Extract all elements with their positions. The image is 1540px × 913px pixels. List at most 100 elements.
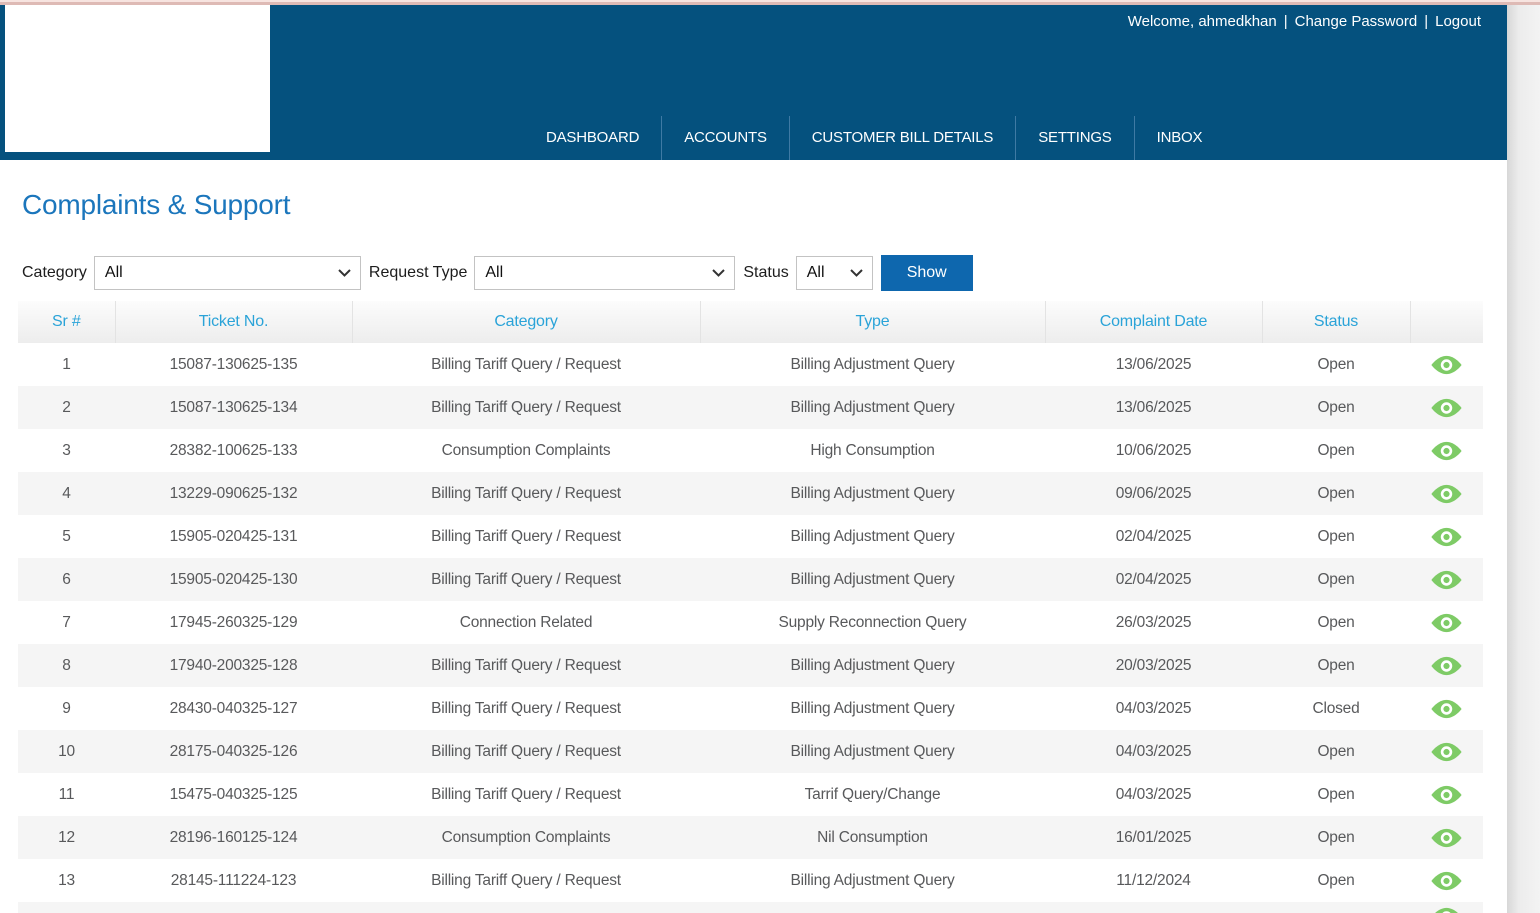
view-icon[interactable] [1430, 527, 1463, 547]
view-cell [1410, 687, 1483, 730]
change-password-link[interactable]: Change Password [1295, 13, 1418, 30]
separator: | [1424, 13, 1428, 30]
view-icon[interactable] [1430, 355, 1463, 375]
status-select-value: All [807, 264, 825, 282]
table-row: 1115475-040325-125Billing Tariff Query /… [18, 773, 1483, 816]
view-icon[interactable] [1430, 441, 1463, 461]
view-icon[interactable] [1430, 828, 1463, 848]
sr-cell: 1 [18, 343, 115, 386]
partial-next-row [18, 902, 1483, 913]
date-cell: 11/12/2024 [1045, 859, 1262, 902]
ticket-cell: 13229-090625-132 [115, 472, 352, 515]
nav-item-customer-bill-details[interactable]: CUSTOMER BILL DETAILS [789, 116, 1015, 160]
type-cell: Nil Consumption [700, 816, 1045, 859]
category-cell: Billing Tariff Query / Request [352, 472, 700, 515]
complaints-table: Sr #Ticket No.CategoryTypeComplaint Date… [18, 301, 1483, 902]
view-cell [1410, 386, 1483, 429]
date-cell: 26/03/2025 [1045, 601, 1262, 644]
status-select[interactable]: All [796, 256, 873, 290]
show-button[interactable]: Show [881, 255, 973, 291]
ticket-cell: 28430-040325-127 [115, 687, 352, 730]
view-icon[interactable] [1430, 570, 1463, 590]
logo [5, 5, 270, 152]
table-row: 1328145-111224-123Billing Tariff Query /… [18, 859, 1483, 902]
request-type-label: Request Type [369, 264, 467, 282]
nav-item-settings[interactable]: SETTINGS [1015, 116, 1133, 160]
category-cell: Billing Tariff Query / Request [352, 644, 700, 687]
header: Welcome, ahmedkhan|Change Password|Logou… [0, 5, 1507, 160]
status-cell: Open [1262, 386, 1410, 429]
status-cell: Open [1262, 644, 1410, 687]
category-cell: Billing Tariff Query / Request [352, 730, 700, 773]
date-cell: 02/04/2025 [1045, 558, 1262, 601]
status-cell: Open [1262, 429, 1410, 472]
date-cell: 16/01/2025 [1045, 816, 1262, 859]
nav-item-accounts[interactable]: ACCOUNTS [661, 116, 789, 160]
type-cell: Billing Adjustment Query [700, 644, 1045, 687]
category-select[interactable]: All [94, 256, 361, 290]
view-cell [1410, 472, 1483, 515]
table-row: 115087-130625-135Billing Tariff Query / … [18, 343, 1483, 386]
date-cell: 02/04/2025 [1045, 515, 1262, 558]
view-cell [1410, 601, 1483, 644]
type-cell: Billing Adjustment Query [700, 859, 1045, 902]
status-cell: Open [1262, 859, 1410, 902]
table-row: 215087-130625-134Billing Tariff Query / … [18, 386, 1483, 429]
status-cell: Open [1262, 472, 1410, 515]
date-cell: 04/03/2025 [1045, 773, 1262, 816]
sr-cell: 10 [18, 730, 115, 773]
request-type-select[interactable]: All [474, 256, 735, 290]
view-icon[interactable] [1430, 785, 1463, 805]
view-icon[interactable] [1430, 398, 1463, 418]
sr-cell: 11 [18, 773, 115, 816]
category-cell: Billing Tariff Query / Request [352, 386, 700, 429]
ticket-cell: 15905-020425-130 [115, 558, 352, 601]
view-icon[interactable] [1430, 871, 1463, 891]
nav-item-inbox[interactable]: INBOX [1134, 116, 1225, 160]
view-icon[interactable] [1430, 656, 1463, 676]
type-cell: Tarrif Query/Change [700, 773, 1045, 816]
category-cell: Billing Tariff Query / Request [352, 558, 700, 601]
sr-cell: 5 [18, 515, 115, 558]
status-cell: Closed [1262, 687, 1410, 730]
status-cell: Open [1262, 601, 1410, 644]
view-icon[interactable] [1430, 613, 1463, 633]
view-icon[interactable] [1430, 907, 1463, 913]
sr-cell: 8 [18, 644, 115, 687]
category-cell: Consumption Complaints [352, 429, 700, 472]
viewport-edge-strip [1507, 5, 1540, 913]
sr-cell: 6 [18, 558, 115, 601]
date-cell: 09/06/2025 [1045, 472, 1262, 515]
chevron-down-icon [338, 269, 351, 277]
column-header [1410, 301, 1483, 343]
view-icon[interactable] [1430, 742, 1463, 762]
chevron-down-icon [850, 269, 863, 277]
view-cell [1410, 558, 1483, 601]
column-header: Ticket No. [115, 301, 352, 343]
category-label: Category [22, 264, 87, 282]
logout-link[interactable]: Logout [1435, 13, 1481, 30]
ticket-cell: 28382-100625-133 [115, 429, 352, 472]
type-cell: Billing Adjustment Query [700, 730, 1045, 773]
category-cell: Billing Tariff Query / Request [352, 687, 700, 730]
column-header: Category [352, 301, 700, 343]
ticket-cell: 17940-200325-128 [115, 644, 352, 687]
welcome-bar: Welcome, ahmedkhan|Change Password|Logou… [1128, 13, 1481, 30]
date-cell: 04/03/2025 [1045, 687, 1262, 730]
status-cell: Open [1262, 343, 1410, 386]
status-cell: Open [1262, 816, 1410, 859]
type-cell: Billing Adjustment Query [700, 343, 1045, 386]
ticket-cell: 15905-020425-131 [115, 515, 352, 558]
date-cell: 20/03/2025 [1045, 644, 1262, 687]
type-cell: Supply Reconnection Query [700, 601, 1045, 644]
table-body: 115087-130625-135Billing Tariff Query / … [18, 343, 1483, 902]
category-cell: Billing Tariff Query / Request [352, 859, 700, 902]
view-icon[interactable] [1430, 484, 1463, 504]
type-cell: Billing Adjustment Query [700, 386, 1045, 429]
separator: | [1284, 13, 1288, 30]
table-header-row: Sr #Ticket No.CategoryTypeComplaint Date… [18, 301, 1483, 343]
partial-row-view-icon-slot [1430, 907, 1463, 913]
view-icon[interactable] [1430, 699, 1463, 719]
category-cell: Billing Tariff Query / Request [352, 773, 700, 816]
nav-item-dashboard[interactable]: DASHBOARD [524, 116, 661, 160]
